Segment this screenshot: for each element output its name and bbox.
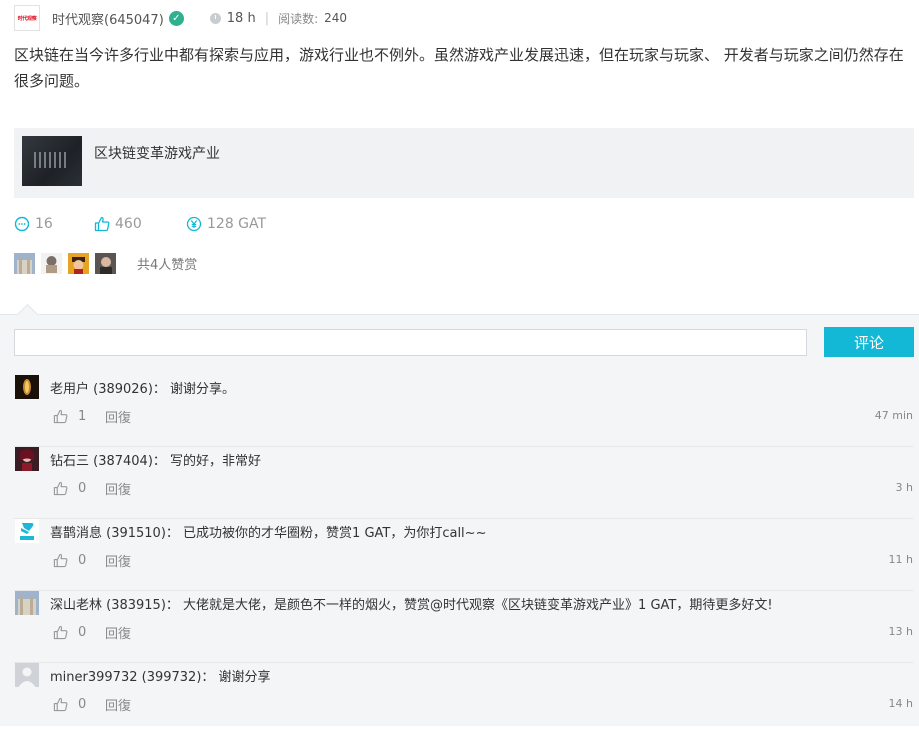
rewarder-avatar[interactable] [95,253,116,274]
commenter-avatar[interactable] [15,447,39,471]
thumbs-up-icon[interactable] [53,553,68,568]
logo-text: 时代观察 [17,15,37,22]
comment-actions: 0 回復 [53,623,131,642]
thumbs-up-icon[interactable] [53,625,68,640]
comment-item: 老用户 (389026)： 谢谢分享。 1 回復 47 min [0,375,919,447]
rewarders-summary[interactable]: 共4人赞赏 [137,254,197,273]
comment-time: 3 h [895,481,913,494]
comment-icon [14,216,30,232]
comment-item: 喜鹊消息 (391510)： 已成功被你的才华圈粉，赞赏1 GAT，为你打cal… [0,519,919,591]
like-button[interactable]: 460 [94,216,186,232]
comment-actions: 0 回復 [53,479,131,498]
comment-like-count: 0 [78,481,87,496]
article-thumbnail [22,136,82,186]
comment-time: 14 h [888,697,913,710]
comment-actions: 0 回復 [53,551,131,570]
comment-actions: 1 回復 [53,407,131,426]
post-time: 18 h [226,10,256,26]
rewarder-avatar[interactable] [41,253,62,274]
comment-input[interactable] [14,329,807,356]
comment-item: 深山老林 (383915)： 大佬就是大佬，是颜色不一样的烟火，赞赏@时代观察《… [0,591,919,663]
default-avatar-icon[interactable] [15,663,39,687]
thumbs-up-icon[interactable] [53,481,68,496]
reply-button[interactable]: 回復 [105,623,131,642]
rewarder-avatar[interactable] [68,253,89,274]
yen-icon [186,216,202,232]
comment-like-count: 0 [78,697,87,712]
comment-time: 47 min [874,409,913,422]
comment-text: 深山老林 (383915)： 大佬就是大佬，是颜色不一样的烟火，赞赏@时代观察《… [50,598,773,613]
comment-text: 钻石三 (387404)： 写的好，非常好 [50,454,262,469]
commenter-avatar[interactable] [15,375,39,399]
comment-actions: 0 回復 [53,695,131,714]
comment-count-button[interactable]: 16 [14,216,94,232]
reward-button[interactable]: 128 GAT [186,216,266,232]
comment-time: 11 h [888,553,913,566]
comment-time: 13 h [888,625,913,638]
reply-button[interactable]: 回復 [105,695,131,714]
post-stats: 16 460 128 GAT [14,216,266,232]
thumbs-up-icon[interactable] [53,409,68,424]
commenter-avatar[interactable] [15,591,39,615]
linked-article-card[interactable]: 区块链变革游戏产业 [14,128,914,198]
thumbs-up-icon[interactable] [53,697,68,712]
read-count: 240 [324,11,348,25]
comment-like-count: 1 [78,409,87,424]
reward-amount: 128 GAT [207,216,267,232]
like-count: 460 [115,216,142,232]
comment-text: miner399732 (399732)： 谢谢分享 [50,670,271,685]
comment-item: 钻石三 (387404)： 写的好，非常好 0 回復 3 h [0,447,919,519]
panel-pointer [16,303,39,326]
comment-section: 评论 老用户 (389026)： 谢谢分享。 1 回復 47 min 钻石三 (… [0,303,919,726]
thumbs-up-icon [94,216,110,232]
comment-count: 16 [35,216,53,232]
separator: | [264,10,270,26]
post-header: 时代观察 时代观察(645047) ✓ 18 h | 阅读数: 240 [14,4,347,32]
author-name[interactable]: 时代观察(645047) [52,9,164,28]
reply-button[interactable]: 回復 [105,407,131,426]
commenter-avatar[interactable] [15,519,39,543]
rewarder-avatar[interactable] [14,253,35,274]
comment-text: 老用户 (389026)： 谢谢分享。 [50,382,236,397]
reply-button[interactable]: 回復 [105,479,131,498]
read-count-label: 阅读数: [278,11,319,26]
rewarders-row: 共4人赞赏 [14,253,197,274]
verified-icon: ✓ [168,10,184,26]
reply-button[interactable]: 回復 [105,551,131,570]
comment-like-count: 0 [78,625,87,640]
author-avatar[interactable]: 时代观察 [14,5,40,31]
submit-comment-button[interactable]: 评论 [824,327,914,357]
comment-like-count: 0 [78,553,87,568]
clock-icon [209,12,221,24]
comment-text: 喜鹊消息 (391510)： 已成功被你的才华圈粉，赞赏1 GAT，为你打cal… [50,526,487,541]
comment-item: miner399732 (399732)： 谢谢分享 0 回復 14 h [0,663,919,735]
post-body: 区块链在当今许多行业中都有探索与应用，游戏行业也不例外。虽然游戏产业发展迅速，但… [14,46,904,90]
linked-article-title[interactable]: 区块链变革游戏产业 [94,143,220,163]
